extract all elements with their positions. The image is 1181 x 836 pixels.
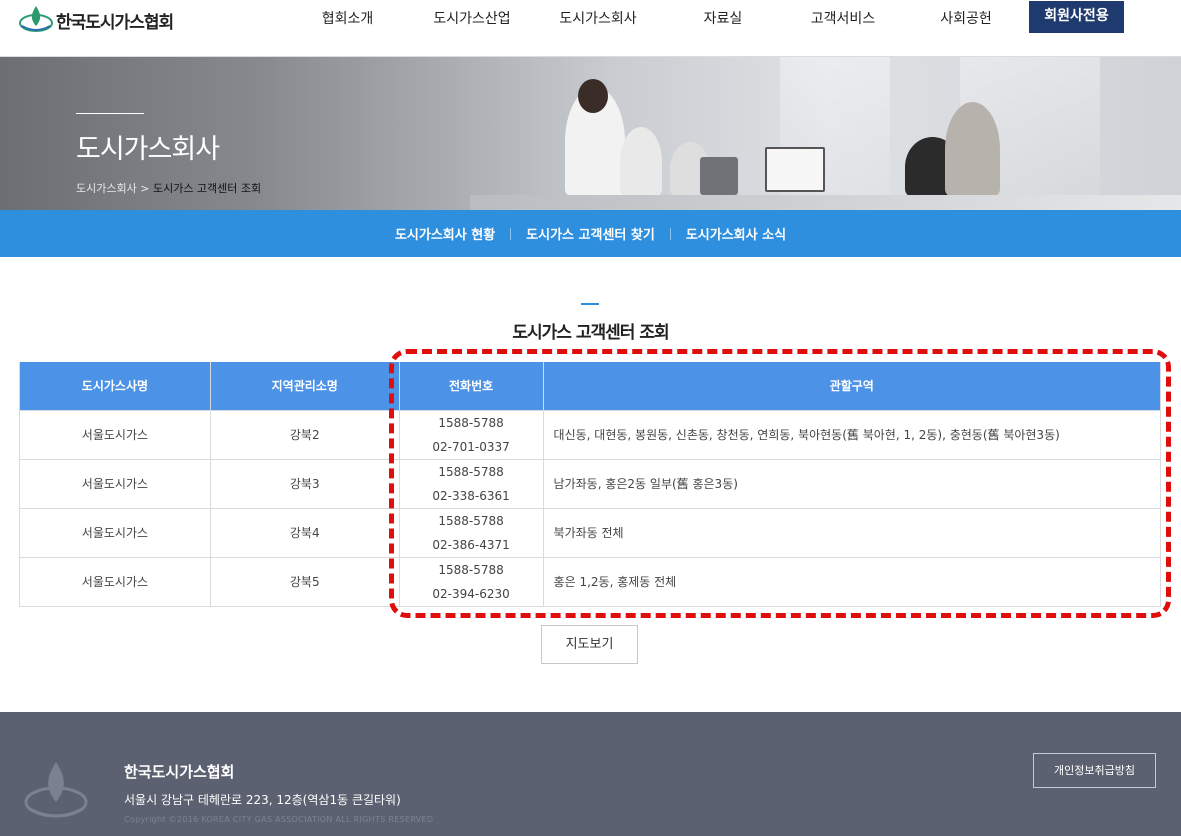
breadcrumb-parent[interactable]: 도시가스회사 [76,182,137,195]
cell-area: 홍은 1,2동, 홍제동 전체 [542,556,1162,607]
gas-flame-logo-icon [19,6,53,32]
table-header-row: 도시가스사명 지역관리소명 전화번호 관할구역 [19,362,1162,411]
footer-copyright: Copyright ©2016 KOREA CITY GAS ASSOCIATI… [124,815,434,824]
cell-company: 서울도시가스 [19,409,211,460]
header-phone: 전화번호 [398,362,544,411]
header-company: 도시가스사명 [19,362,211,411]
breadcrumb-separator: > [136,182,153,195]
cell-office: 강북5 [209,556,400,607]
cell-area: 대신동, 대현동, 봉원동, 신촌동, 창천동, 연희동, 북아현동(舊 북아현… [542,409,1162,460]
nav-item-about[interactable]: 협회소개 [290,0,405,38]
table-row: 서울도시가스 강북5 1588-5788 02-394-6230 홍은 1,2동,… [19,556,1162,607]
cell-company: 서울도시가스 [19,556,211,607]
footer-logo-icon [24,762,88,818]
table-row: 서울도시가스 강북3 1588-5788 02-338-6361 남가좌동, 홍은… [19,458,1162,509]
hero-person [620,127,662,197]
members-only-button[interactable]: 회원사전용 [1029,1,1124,33]
nav-item-customer-service[interactable]: 고객서비스 [788,0,898,38]
service-center-table: 도시가스사명 지역관리소명 전화번호 관할구역 서울도시가스 강북2 1588-… [19,362,1162,607]
brand-name: 한국도시가스협회 [56,12,174,33]
section-title-mark [581,303,599,305]
phone-main: 1588-5788 [438,464,504,479]
view-map-button[interactable]: 지도보기 [541,625,638,664]
breadcrumb: 도시가스회사 > 도시가스 고객센터 조회 [76,180,261,196]
hero-title-line [76,113,144,114]
subnav-company-status[interactable]: 도시가스회사 현황 [380,224,510,243]
breadcrumb-current: 도시가스 고객센터 조회 [152,182,262,195]
cell-phone: 1588-5788 02-386-4371 [398,507,544,558]
nav-item-library[interactable]: 자료실 [673,0,773,38]
site-logo[interactable]: 한국도시가스협회 [18,4,174,36]
cell-phone: 1588-5788 02-394-6230 [398,556,544,607]
phone-main: 1588-5788 [438,513,504,528]
header-office: 지역관리소명 [209,362,400,411]
cell-office: 강북2 [209,409,400,460]
site-footer: 한국도시가스협회 서울시 강남구 테헤란로 223, 12층(역삼1동 큰길타워… [0,712,1181,836]
page-title: 도시가스회사 [76,134,220,165]
hero-person [945,102,1000,197]
hero-monitor [765,147,825,192]
phone-main: 1588-5788 [438,562,504,577]
cell-office: 강북3 [209,458,400,509]
phone-main: 1588-5788 [438,415,504,430]
table-row: 서울도시가스 강북4 1588-5788 02-386-4371 북가좌동 전체 [19,507,1162,558]
cell-company: 서울도시가스 [19,507,211,558]
subnav-company-news[interactable]: 도시가스회사 소식 [671,224,801,243]
phone-direct: 02-386-4371 [432,537,510,552]
cell-phone: 1588-5788 02-701-0337 [398,409,544,460]
phone-direct: 02-701-0337 [432,439,510,454]
header-area: 관할구역 [542,362,1162,411]
cell-phone: 1588-5788 02-338-6361 [398,458,544,509]
subnav-find-service-center[interactable]: 도시가스 고객센터 찾기 [511,224,670,243]
hero-monitor [700,157,738,195]
footer-address: 서울시 강남구 테헤란로 223, 12층(역삼1동 큰길타워) [124,793,401,807]
nav-item-industry[interactable]: 도시가스산업 [412,0,532,38]
hero-desk [470,195,1181,210]
table-row: 서울도시가스 강북2 1588-5788 02-701-0337 대신동, 대현동… [19,409,1162,460]
phone-direct: 02-394-6230 [432,586,510,601]
cell-office: 강북4 [209,507,400,558]
nav-item-social[interactable]: 사회공헌 [916,0,1016,38]
section-title: 도시가스 고객센터 조회 [512,323,669,343]
nav-item-companies[interactable]: 도시가스회사 [538,0,658,38]
hero-banner: 도시가스회사 도시가스회사 > 도시가스 고객센터 조회 [0,57,1181,210]
cell-company: 서울도시가스 [19,458,211,509]
cell-area: 남가좌동, 홍은2동 일부(舊 홍은3동) [542,458,1162,509]
site-header: 한국도시가스협회 협회소개 도시가스산업 도시가스회사 자료실 고객서비스 사회… [0,0,1181,57]
privacy-policy-button[interactable]: 개인정보취급방침 [1033,753,1156,788]
cell-area: 북가좌동 전체 [542,507,1162,558]
phone-direct: 02-338-6361 [432,488,510,503]
sub-nav: 도시가스회사 현황 도시가스 고객센터 찾기 도시가스회사 소식 [0,210,1181,257]
hero-person-head [578,79,608,113]
footer-org-name: 한국도시가스협회 [124,763,235,781]
